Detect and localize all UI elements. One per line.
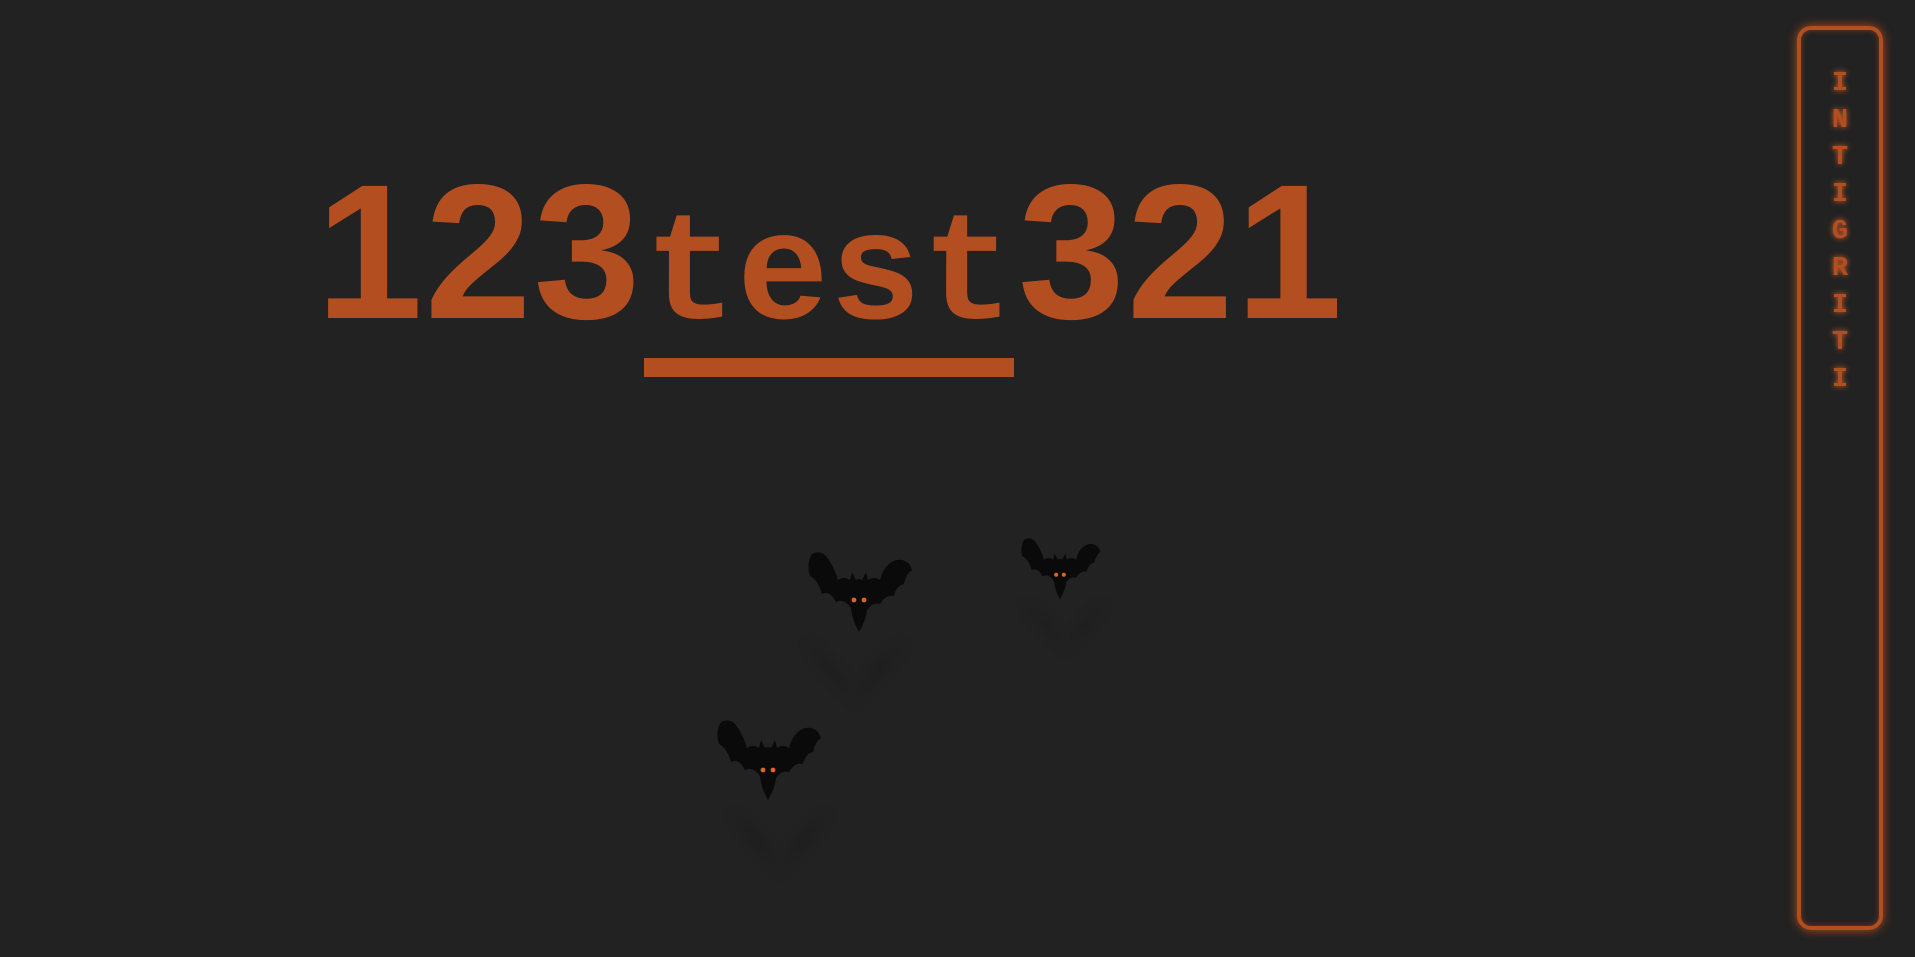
bat-icon [713, 718, 823, 803]
side-letter: I [1831, 365, 1849, 395]
side-letter: G [1831, 217, 1849, 247]
bat-icon [804, 550, 914, 635]
side-letter: N [1831, 106, 1849, 136]
side-letter: I [1831, 69, 1849, 99]
heading-prefix: 123 [316, 144, 643, 359]
side-letter: R [1831, 254, 1849, 284]
heading-suffix: 321 [1018, 144, 1345, 359]
page: 123test321 I N T I G R I T I [0, 0, 1915, 957]
heading-word: test [644, 191, 1015, 377]
side-letter: I [1831, 291, 1849, 321]
side-letter: T [1831, 143, 1849, 173]
side-panel: I N T I G R I T I [1797, 26, 1883, 930]
bat-shadow [800, 630, 910, 715]
page-heading: 123test321 [316, 144, 1345, 377]
side-panel-letters: I N T I G R I T I [1801, 70, 1879, 394]
bat-icon [1018, 536, 1102, 602]
bat-shadow [725, 800, 835, 885]
side-letter: T [1831, 328, 1849, 358]
side-letter: I [1831, 180, 1849, 210]
